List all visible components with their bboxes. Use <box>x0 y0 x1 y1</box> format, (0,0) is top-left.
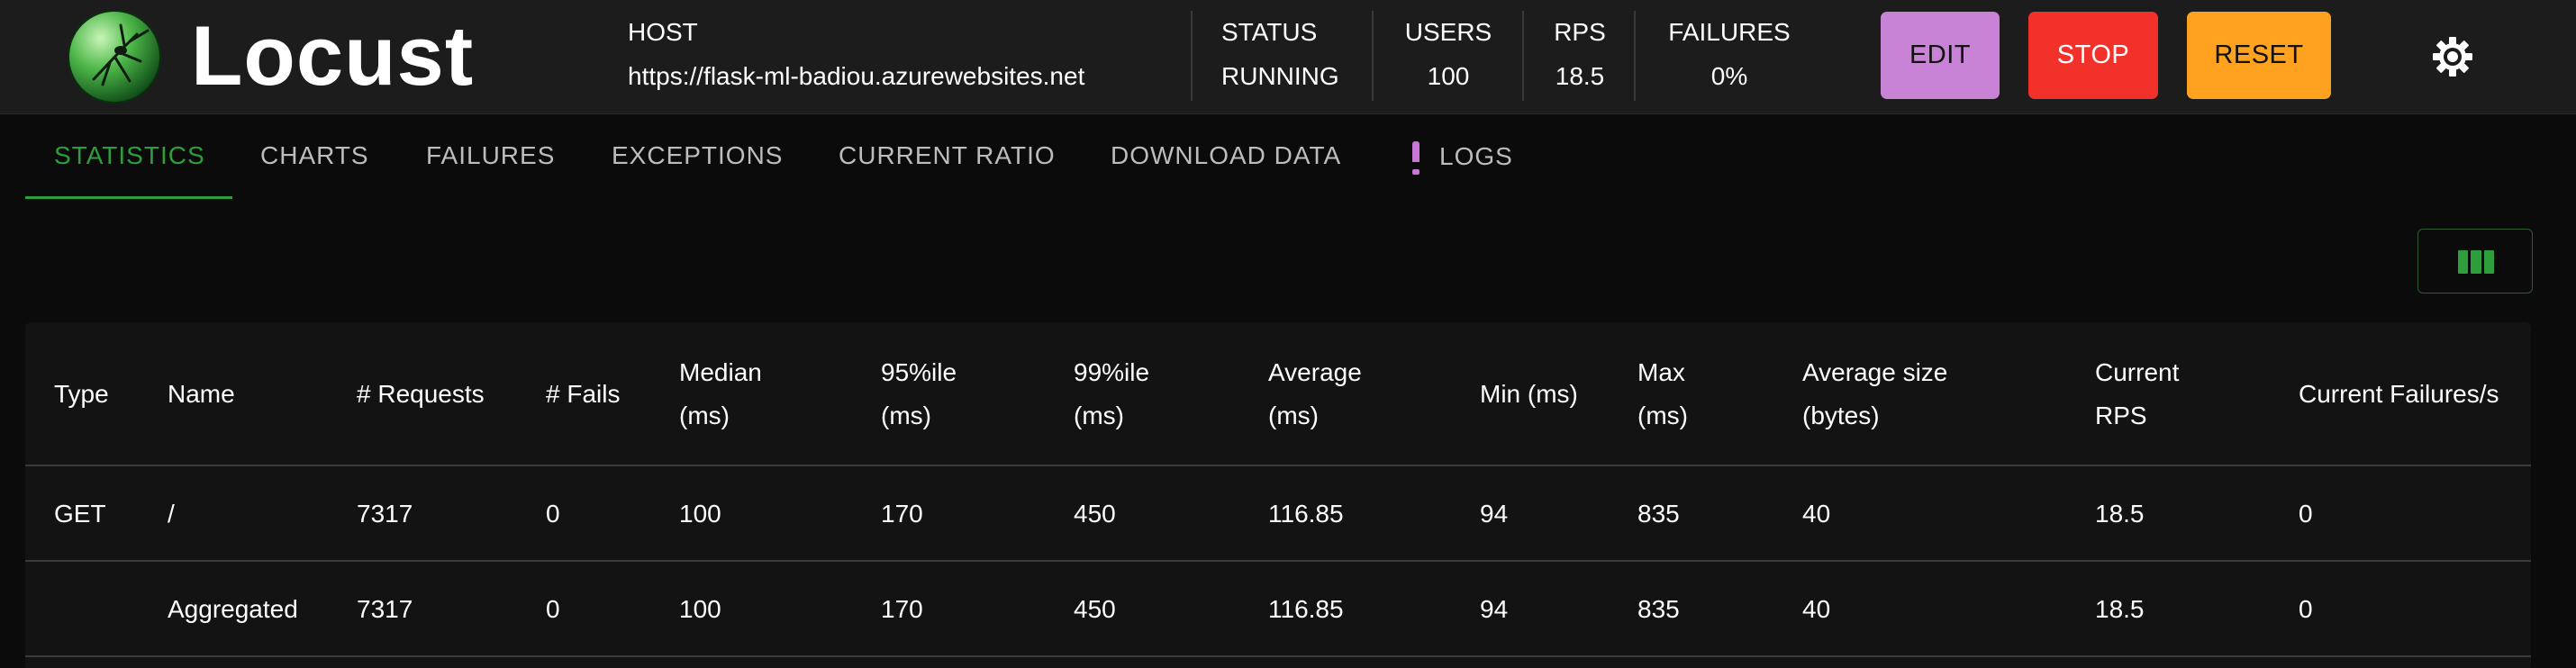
cell-name: Aggregated <box>168 595 298 623</box>
cell-average: 116.85 <box>1268 595 1344 623</box>
table-row-aggregated: Aggregated 7317 0 100 170 450 116.85 94 … <box>25 562 2531 657</box>
table-row: GET / 7317 0 100 170 450 116.85 94 835 4… <box>25 466 2531 562</box>
tab-logs[interactable]: LOGS <box>1412 141 1513 175</box>
statistics-table: Type Name # Requests # Fails Median (ms)… <box>25 322 2531 668</box>
col-header-current-rps-unit: RPS <box>2095 402 2147 429</box>
cell-p95: 170 <box>881 500 923 528</box>
locust-logo-icon[interactable] <box>67 9 162 104</box>
failures-stat: FAILURES 0% <box>1664 16 1794 93</box>
failures-value: 0% <box>1710 62 1748 90</box>
cell-median: 100 <box>679 595 721 623</box>
col-header-type: Type <box>54 380 109 408</box>
reset-button[interactable]: RESET <box>2187 12 2331 99</box>
tab-current-ratio[interactable]: CURRENT RATIO <box>839 141 1056 170</box>
exclamation-icon <box>1412 141 1420 175</box>
col-header-median-unit: (ms) <box>679 402 730 429</box>
cell-max: 835 <box>1637 500 1680 528</box>
col-header-avg-size-unit: (bytes) <box>1802 402 1880 429</box>
col-header-p99: 99%ile <box>1074 358 1150 386</box>
view-columns-icon <box>2458 250 2494 274</box>
cell-current-failures: 0 <box>2299 500 2313 528</box>
col-header-current-failures: Current Failures/s <box>2299 380 2499 408</box>
tab-download-data[interactable]: DOWNLOAD DATA <box>1111 141 1341 170</box>
cell-avg-size: 40 <box>1802 500 1831 528</box>
cell-min: 94 <box>1480 595 1509 623</box>
host-label: HOST <box>628 18 698 46</box>
host-stat: HOST https://flask-ml-badiou.azurewebsit… <box>628 16 1084 93</box>
tab-statistics[interactable]: STATISTICS <box>54 141 205 170</box>
tab-exceptions[interactable]: EXCEPTIONS <box>612 141 783 170</box>
host-value: https://flask-ml-badiou.azurewebsites.ne… <box>628 62 1085 90</box>
col-header-p95-unit: (ms) <box>881 402 931 429</box>
table-header-row: Type Name # Requests # Fails Median (ms)… <box>25 322 2531 466</box>
top-bar: Locust HOST https://flask-ml-badiou.azur… <box>0 0 2576 114</box>
cell-requests: 7317 <box>357 500 413 528</box>
gear-icon[interactable] <box>2430 34 2475 79</box>
users-value: 100 <box>1427 62 1470 90</box>
col-header-average-unit: (ms) <box>1268 402 1319 429</box>
col-header-p99-unit: (ms) <box>1074 402 1124 429</box>
cell-median: 100 <box>679 500 721 528</box>
col-header-max: Max <box>1637 358 1685 386</box>
tab-logs-label: LOGS <box>1439 142 1513 170</box>
col-header-current-rps: Current <box>2095 358 2180 386</box>
cell-average: 116.85 <box>1268 500 1344 528</box>
tab-failures[interactable]: FAILURES <box>426 141 555 170</box>
cell-min: 94 <box>1480 500 1509 528</box>
cell-type: GET <box>54 500 106 528</box>
cell-fails: 0 <box>546 595 560 623</box>
cell-p99: 450 <box>1074 595 1116 623</box>
header-divider <box>1191 11 1193 101</box>
col-header-average: Average <box>1268 358 1362 386</box>
col-header-p95: 95%ile <box>881 358 957 386</box>
status-value: RUNNING <box>1221 62 1339 90</box>
cell-current-failures: 0 <box>2299 595 2313 623</box>
cell-requests: 7317 <box>357 595 413 623</box>
cell-current-rps: 18.5 <box>2095 500 2145 528</box>
col-header-min: Min (ms) <box>1480 380 1578 408</box>
rps-stat: RPS 18.5 <box>1551 16 1609 93</box>
col-header-max-unit: (ms) <box>1637 402 1688 429</box>
cell-fails: 0 <box>546 500 560 528</box>
cell-max: 835 <box>1637 595 1680 623</box>
rps-label: RPS <box>1554 18 1606 46</box>
cell-name: / <box>168 500 175 528</box>
cell-current-rps: 18.5 <box>2095 595 2145 623</box>
cell-p95: 170 <box>881 595 923 623</box>
header-divider <box>1634 11 1636 101</box>
cell-avg-size: 40 <box>1802 595 1831 623</box>
failures-label: FAILURES <box>1668 18 1791 46</box>
column-toggle-button[interactable] <box>2417 229 2533 293</box>
users-stat: USERS 100 <box>1403 16 1493 93</box>
status-label: STATUS <box>1221 18 1318 46</box>
header-divider <box>1372 11 1374 101</box>
edit-button[interactable]: EDIT <box>1881 12 2000 99</box>
active-tab-indicator <box>25 196 232 199</box>
col-header-name: Name <box>168 380 235 408</box>
cell-p99: 450 <box>1074 500 1116 528</box>
header-divider <box>1522 11 1524 101</box>
col-header-fails: # Fails <box>546 380 621 408</box>
rps-value: 18.5 <box>1555 62 1605 90</box>
col-header-avg-size: Average size <box>1802 358 1948 386</box>
tab-charts[interactable]: CHARTS <box>260 141 369 170</box>
status-stat: STATUS RUNNING <box>1221 16 1339 93</box>
stop-button[interactable]: STOP <box>2028 12 2158 99</box>
col-header-requests: # Requests <box>357 380 485 408</box>
app-title: Locust <box>191 8 475 103</box>
col-header-median: Median <box>679 358 762 386</box>
users-label: USERS <box>1404 18 1492 46</box>
